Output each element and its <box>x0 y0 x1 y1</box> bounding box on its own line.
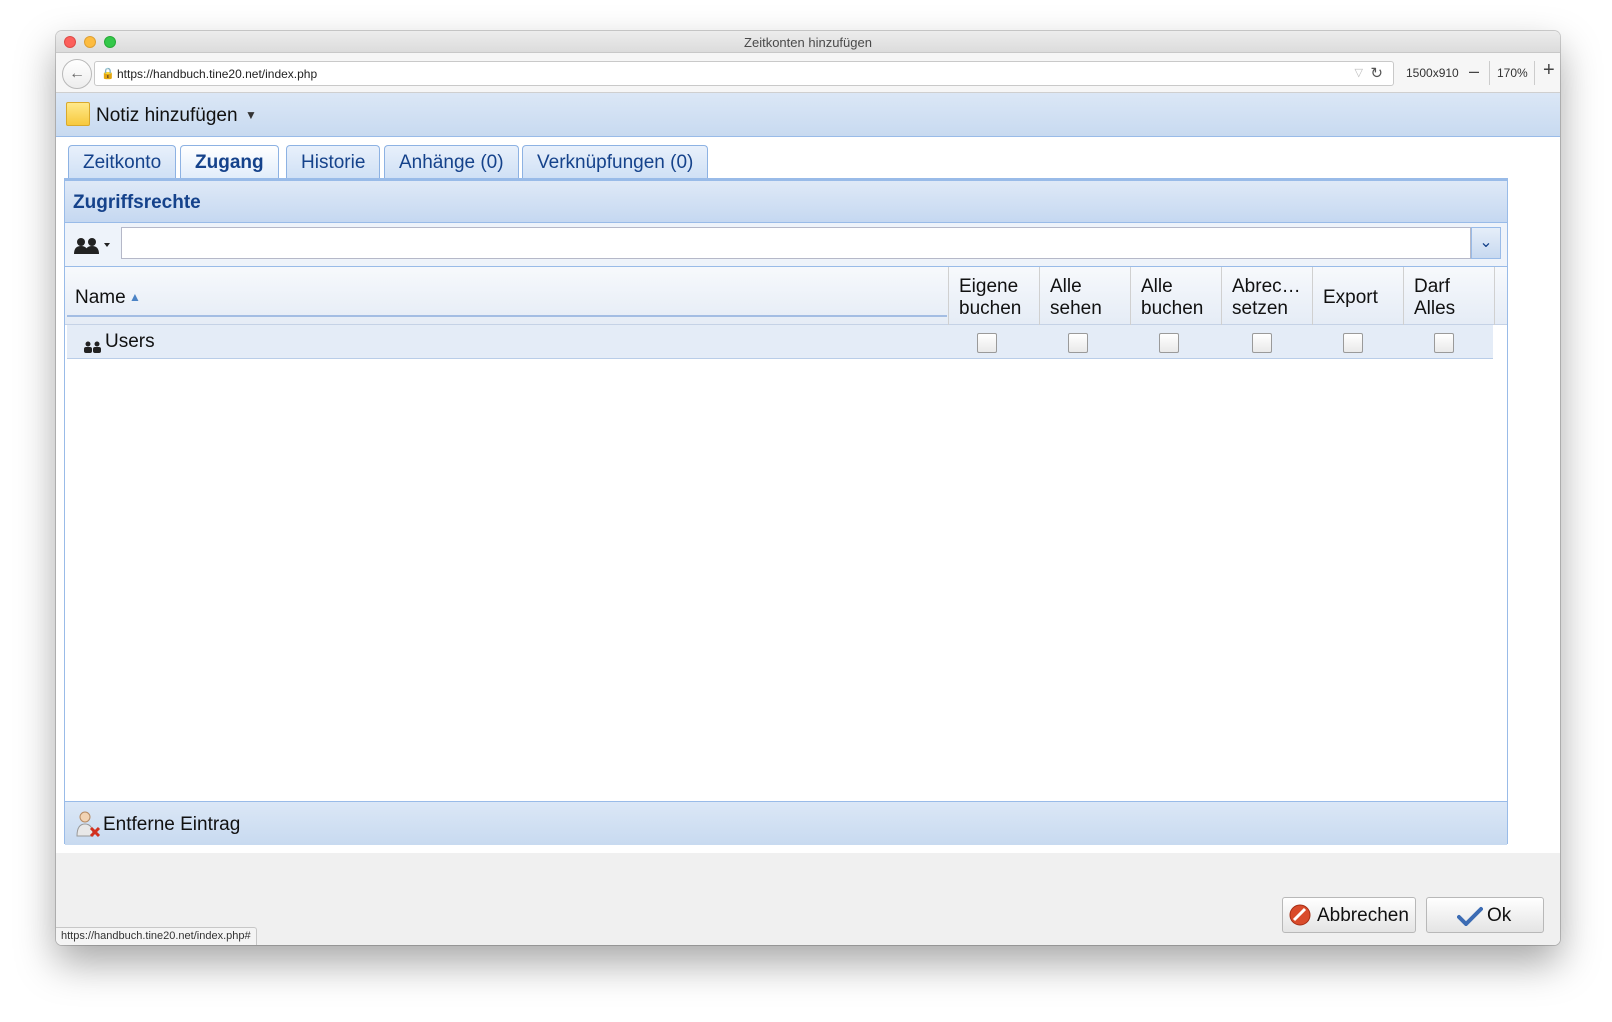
tab-verknuepfungen[interactable]: Verknüpfungen (0) <box>522 145 709 179</box>
grid-header: Name ▲ Eigene buchen Alle sehen Alle buc… <box>65 267 1507 325</box>
cancel-icon <box>1289 904 1311 926</box>
remove-user-icon[interactable] <box>75 810 101 838</box>
column-header-export[interactable]: Export <box>1313 267 1404 325</box>
column-header-line1: Alle <box>1141 276 1173 297</box>
chevron-down-icon[interactable]: ⌄ <box>1471 227 1501 259</box>
checkbox-abrechnen-setzen[interactable] <box>1252 333 1272 353</box>
account-search-row: ⌄ <box>65 223 1507 267</box>
divider <box>1534 61 1535 85</box>
checkbox-alle-buchen[interactable] <box>1159 333 1179 353</box>
note-icon <box>66 102 90 126</box>
table-row[interactable]: Users <box>67 325 1493 359</box>
triangle-down-icon[interactable]: ▽ <box>1355 66 1363 79</box>
zoom-in-button[interactable]: + <box>1543 59 1555 82</box>
address-field[interactable]: 🔒 https://handbuch.tine20.net/index.php … <box>94 61 1394 86</box>
column-header-alle-buchen[interactable]: Alle buchen <box>1131 267 1222 325</box>
column-header-line1: Export <box>1323 287 1378 308</box>
browser-window: Zeitkonten hinzufügen ← 🔒 https://handbu… <box>56 31 1560 945</box>
checkbox-export[interactable] <box>1343 333 1363 353</box>
title-bar: Zeitkonten hinzufügen <box>56 31 1560 53</box>
column-header-line1: Darf <box>1414 276 1450 297</box>
checkmark-icon <box>1457 907 1483 926</box>
cancel-button-label: Abbrechen <box>1317 905 1409 926</box>
column-header-eigene-buchen[interactable]: Eigene buchen <box>949 267 1040 325</box>
column-header-abrechnen-setzen[interactable]: Abrec… setzen <box>1222 267 1313 325</box>
dialog-button-bar: Abbrechen Ok <box>56 853 1560 945</box>
column-header-line2: sehen <box>1050 298 1102 319</box>
reload-icon[interactable]: ↻ <box>1370 64 1383 82</box>
ok-button[interactable]: Ok <box>1426 897 1544 933</box>
window-dimensions: 1500x910 <box>1406 66 1459 80</box>
tab-zeitkonto[interactable]: Zeitkonto <box>68 145 177 179</box>
sort-ascending-icon: ▲ <box>129 290 141 304</box>
access-rights-panel: Zugriffsrechte ⌄ Name ▲ Eigene buchen Al… <box>64 180 1508 845</box>
add-note-button[interactable]: Notiz hinzufügen <box>96 105 238 127</box>
checkbox-eigene-buchen[interactable] <box>977 333 997 353</box>
dialog-toolbar: Notiz hinzufügen ▼ <box>56 93 1560 137</box>
column-header-label: Name <box>75 287 126 308</box>
column-header-darf-alles[interactable]: Darf Alles <box>1404 267 1495 325</box>
arrow-left-icon: ← <box>69 65 85 82</box>
column-header-line2: setzen <box>1232 298 1288 319</box>
url-bar: ← 🔒 https://handbuch.tine20.net/index.ph… <box>56 53 1560 93</box>
checkbox-alle-sehen[interactable] <box>1068 333 1088 353</box>
column-header-line1: Eigene <box>959 276 1019 297</box>
column-underline <box>67 315 947 317</box>
divider <box>1489 61 1490 85</box>
lock-icon: 🔒 <box>101 68 115 80</box>
tab-anhaenge[interactable]: Anhänge (0) <box>384 145 519 179</box>
user-group-icon[interactable] <box>73 237 111 255</box>
tab-historie[interactable]: Historie <box>286 145 381 179</box>
ok-button-label: Ok <box>1487 905 1512 926</box>
column-header-alle-sehen[interactable]: Alle sehen <box>1040 267 1131 325</box>
panel-title: Zugriffsrechte <box>65 181 1507 223</box>
remove-entry-button[interactable]: Entferne Eintrag <box>103 814 240 836</box>
column-header-line1: Alle <box>1050 276 1082 297</box>
column-header-line1: Abrec… <box>1232 276 1301 297</box>
zoom-out-button[interactable]: – <box>1469 61 1479 82</box>
group-icon <box>84 341 101 353</box>
column-header-line2: Alles <box>1414 298 1456 319</box>
checkbox-darf-alles[interactable] <box>1434 333 1454 353</box>
row-name: Users <box>105 331 155 352</box>
panel-footer: Entferne Eintrag <box>65 801 1507 845</box>
column-header-name[interactable]: Name ▲ <box>65 267 949 325</box>
status-bar-url: https://handbuch.tine20.net/index.php# <box>56 927 257 945</box>
window-title: Zeitkonten hinzufügen <box>744 35 872 50</box>
column-header-line2: buchen <box>959 298 1022 319</box>
column-header-line2: buchen <box>1141 298 1204 319</box>
caret-down-icon[interactable]: ▼ <box>245 108 257 122</box>
tab-zugang[interactable]: Zugang <box>180 145 279 181</box>
account-search-input[interactable] <box>121 227 1471 259</box>
address-text: https://handbuch.tine20.net/index.php <box>117 67 318 81</box>
cancel-button[interactable]: Abbrechen <box>1282 897 1416 933</box>
back-button[interactable]: ← <box>62 59 92 89</box>
zoom-level[interactable]: 170% <box>1497 66 1528 80</box>
